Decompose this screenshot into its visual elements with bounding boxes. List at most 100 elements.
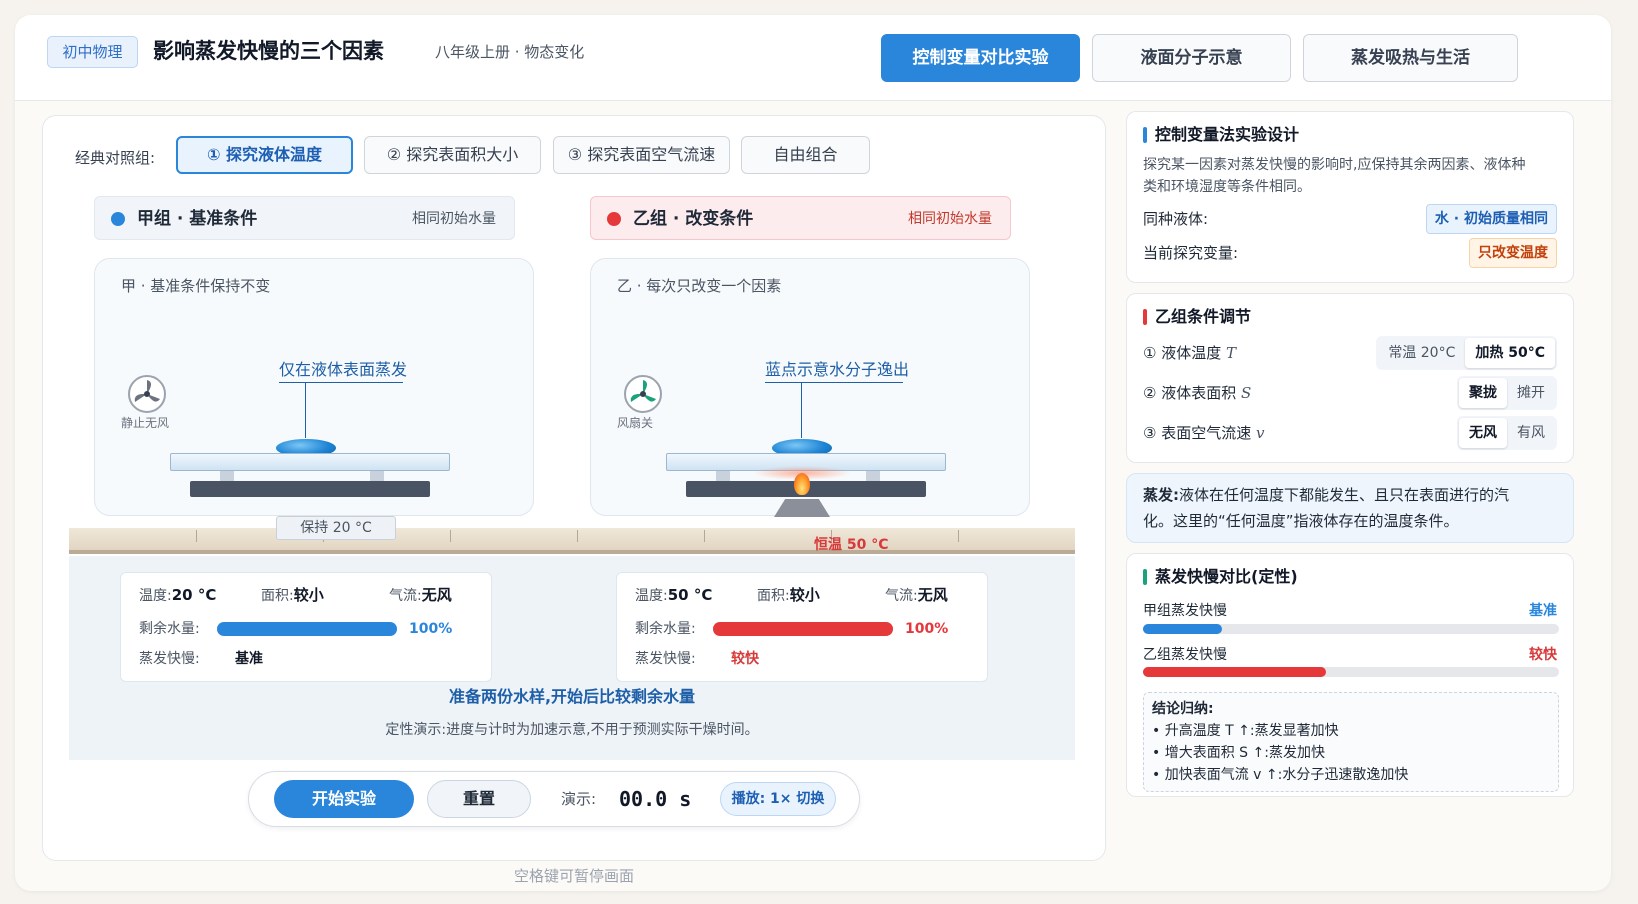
app-window: 初中物理 影响蒸发快慢的三个因素 八年级上册 · 物态变化 控制变量对比实验 液… xyxy=(15,15,1611,891)
tab-molecule-view[interactable]: 液面分子示意 xyxy=(1092,34,1291,82)
design-card-title: 控制变量法实验设计 xyxy=(1143,124,1299,146)
tab-evaporation-life[interactable]: 蒸发吸热与生活 xyxy=(1303,34,1518,82)
group-b-dot xyxy=(607,212,621,226)
design-card: 控制变量法实验设计 探究某一因素对蒸发快慢的影响时,应保持其余两因素、液体种 类… xyxy=(1126,111,1574,283)
group-a-scene: 甲 · 基准条件保持不变 静止无风 仅在液体表面蒸发 xyxy=(94,258,534,516)
group-a-callout-underline xyxy=(279,382,403,383)
group-b-scene-caption: 乙 · 每次只改变一个因素 xyxy=(617,277,782,295)
lab-bench xyxy=(69,528,1075,554)
conclusion-item: • 加快表面气流 v ↑:水分子迅速散逸加快 xyxy=(1152,767,1409,783)
temp-option-heated[interactable]: 加热 50°C xyxy=(1465,338,1555,368)
current-variable-badge: 只改变温度 xyxy=(1469,238,1557,268)
group-b-callout-leader xyxy=(801,382,802,438)
design-description-line: 类和环境湿度等条件相同。 xyxy=(1143,179,1311,195)
adjust-card: 乙组条件调节 ① 液体温度 T 常温 20°C 加热 50°C ② 液体表面积 … xyxy=(1126,293,1574,463)
space-hint: 空格键可暂停画面 xyxy=(513,867,634,885)
conclusion-item: • 增大表面积 S ↑:蒸发加快 xyxy=(1152,745,1325,761)
group-b-wind: 气流:无风 xyxy=(885,586,948,604)
preset-surface-area[interactable]: ② 探究表面积大小 xyxy=(364,136,541,174)
bench-tick xyxy=(577,530,578,542)
group-a-dot xyxy=(111,212,125,226)
preset-free-combo[interactable]: 自由组合 xyxy=(741,136,870,174)
conclusion-title: 结论归纳: xyxy=(1152,701,1214,717)
group-a-fan-label: 静止无风 xyxy=(121,416,170,430)
group-a-wind: 气流:无风 xyxy=(389,586,452,604)
airflow-toggle: 无风 有风 xyxy=(1457,416,1557,450)
group-b-stats: 温度:50 °C 面积:较小 气流:无风 剩余水量: 100% 蒸发快慢: 较快 xyxy=(616,572,988,682)
conclusion-box: 结论归纳: • 升高温度 T ↑:蒸发显著加快 • 增大表面积 S ↑:蒸发加快… xyxy=(1143,692,1559,792)
area-option-spread[interactable]: 摊开 xyxy=(1507,378,1555,408)
group-b-speed-value: 较快 xyxy=(731,651,759,667)
speed-toggle-button[interactable]: 播放: 1× 切换 xyxy=(720,782,836,816)
status-message: 准备两份水样,开始后比较剩余水量 xyxy=(448,687,696,706)
conclusion-item: • 升高温度 T ↑:蒸发显著加快 xyxy=(1152,723,1339,739)
group-b-header: 乙组 · 改变条件 相同初始水量 xyxy=(590,196,1011,240)
group-a-callout: 仅在液体表面蒸发 xyxy=(279,360,408,379)
adjust-airflow-label: ③ 表面空气流速 v xyxy=(1143,424,1265,442)
design-description-line: 探究某一因素对蒸发快慢的影响时,应保持其余两因素、液体种 xyxy=(1143,157,1526,173)
group-b-water-label: 剩余水量: xyxy=(635,621,696,637)
bench-tick xyxy=(450,530,451,542)
compare-card: 蒸发快慢对比(定性) 甲组蒸发快慢 基准 乙组蒸发快慢 较快 结论归纳: • 升… xyxy=(1126,553,1574,797)
group-a-scene-caption: 甲 · 基准条件保持不变 xyxy=(121,277,271,295)
demo-note: 定性演示:进度与计时为加速示意,不用于预测实际干燥时间。 xyxy=(385,722,759,738)
header: 初中物理 影响蒸发快慢的三个因素 八年级上册 · 物态变化 控制变量对比实验 液… xyxy=(15,15,1611,101)
compare-a-label: 甲组蒸发快慢 xyxy=(1143,603,1227,619)
compare-card-title: 蒸发快慢对比(定性) xyxy=(1143,566,1298,588)
group-a-note: 相同初始水量 xyxy=(412,211,496,227)
group-b-water-fill xyxy=(713,622,893,636)
group-b-callout: 蓝点示意水分子逸出 xyxy=(765,360,910,379)
adjust-area-label: ② 液体表面积 S xyxy=(1143,384,1252,402)
adjust-card-title: 乙组条件调节 xyxy=(1143,306,1251,328)
preset-air-flow[interactable]: ③ 探究表面空气流速 xyxy=(553,136,730,174)
group-b-speed-label: 蒸发快慢: xyxy=(635,651,696,667)
group-b-temp: 温度:50 °C xyxy=(635,586,713,604)
group-a-water-bar xyxy=(217,622,397,636)
experiment-panel: 经典对照组: ① 探究液体温度 ② 探究表面积大小 ③ 探究表面空气流速 自由组… xyxy=(42,115,1106,861)
compare-b-bar xyxy=(1143,667,1559,677)
group-b-note: 相同初始水量 xyxy=(908,211,992,227)
reset-button[interactable]: 重置 xyxy=(427,780,531,818)
temp-option-normal[interactable]: 常温 20°C xyxy=(1378,338,1465,368)
area-toggle: 聚拢 摊开 xyxy=(1457,376,1557,410)
subject-badge: 初中物理 xyxy=(47,36,138,68)
tab-control-variable[interactable]: 控制变量对比实验 xyxy=(881,34,1080,82)
airflow-option-wind[interactable]: 有风 xyxy=(1507,418,1555,448)
group-b-bench-label: 恒温 50 °C xyxy=(814,537,889,553)
bench-tick xyxy=(958,530,959,542)
group-a-area: 面积:较小 xyxy=(261,586,324,604)
compare-a-fill xyxy=(1143,624,1223,634)
group-b-area: 面积:较小 xyxy=(757,586,820,604)
definition-card: 蒸发:液体在任何温度下都能发生、且只在表面进行的汽 化。这里的“任何温度”指液体… xyxy=(1126,473,1574,543)
playback-controls: 开始实验 重置 演示: 00.0 s 播放: 1× 切换 xyxy=(248,771,860,827)
start-button[interactable]: 开始实验 xyxy=(274,780,414,818)
group-a-stats: 温度:20 °C 面积:较小 气流:无风 剩余水量: 100% 蒸发快慢: 基准 xyxy=(120,572,492,682)
group-b-title: 乙组 · 改变条件 xyxy=(633,209,754,229)
compare-a-value: 基准 xyxy=(1529,603,1557,619)
temperature-toggle: 常温 20°C 加热 50°C xyxy=(1376,336,1557,370)
fan-icon[interactable] xyxy=(623,374,663,414)
definition-line: 蒸发:液体在任何温度下都能发生、且只在表面进行的汽 xyxy=(1143,486,1510,504)
group-b-scene: 乙 · 每次只改变一个因素 风扇关 蓝点示意水分子逸出 xyxy=(590,258,1030,517)
group-b-water-pct: 100% xyxy=(905,621,949,637)
readout-area: 温度:20 °C 面积:较小 气流:无风 剩余水量: 100% 蒸发快慢: 基准… xyxy=(69,556,1075,760)
fan-icon[interactable] xyxy=(127,374,167,414)
same-liquid-label: 同种液体: xyxy=(1143,210,1209,228)
airflow-option-none[interactable]: 无风 xyxy=(1459,418,1507,448)
group-b-water-bar xyxy=(713,622,893,636)
compare-b-value: 较快 xyxy=(1529,647,1557,663)
preset-temperature[interactable]: ① 探究液体温度 xyxy=(176,136,353,174)
compare-b-label: 乙组蒸发快慢 xyxy=(1143,647,1227,663)
group-a-callout-leader xyxy=(305,382,306,438)
definition-line: 化。这里的“任何温度”指液体存在的温度条件。 xyxy=(1143,512,1459,530)
current-variable-label: 当前探究变量: xyxy=(1143,244,1239,262)
bench-tick xyxy=(704,530,705,542)
group-a-title: 甲组 · 基准条件 xyxy=(137,209,258,229)
group-a-glass-plate xyxy=(170,453,450,471)
adjust-temperature-label: ① 液体温度 T xyxy=(1143,344,1237,362)
demo-time-label: 演示: xyxy=(561,790,597,808)
group-a-water-pct: 100% xyxy=(409,621,453,637)
group-a-stand xyxy=(190,481,430,497)
group-a-temp: 温度:20 °C xyxy=(139,586,217,604)
area-option-gathered[interactable]: 聚拢 xyxy=(1459,378,1507,408)
